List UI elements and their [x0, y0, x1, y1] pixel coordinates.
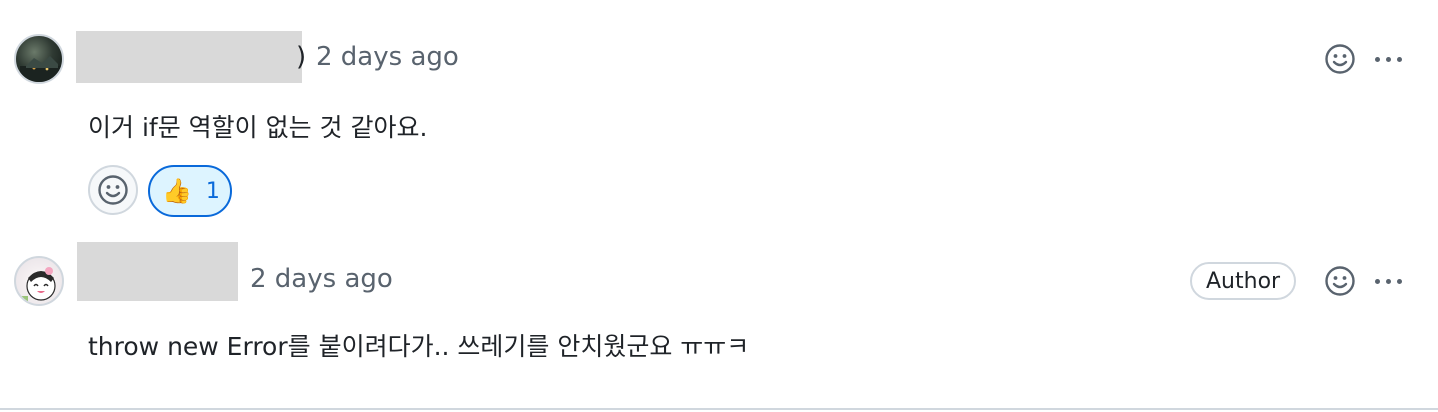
more-options-button[interactable]	[1370, 263, 1406, 299]
author-badge: Author	[1190, 262, 1297, 300]
avatar[interactable]	[14, 256, 64, 306]
avatar-image	[18, 267, 56, 304]
smiley-icon	[1325, 266, 1355, 296]
comment-body: throw new Error를 붙이려다가.. 쓰레기를 안치웠군요 ㅠㅠㅋ	[88, 332, 750, 361]
comment-timestamp[interactable]: 2 days ago	[250, 264, 393, 294]
divider	[0, 408, 1438, 410]
add-reaction-button[interactable]	[1322, 263, 1358, 299]
kebab-horizontal-icon	[1374, 278, 1380, 284]
comment-2: 2 days ago Author throw new Error를 붙이려다가…	[0, 0, 1438, 412]
author-name[interactable]	[77, 242, 238, 301]
